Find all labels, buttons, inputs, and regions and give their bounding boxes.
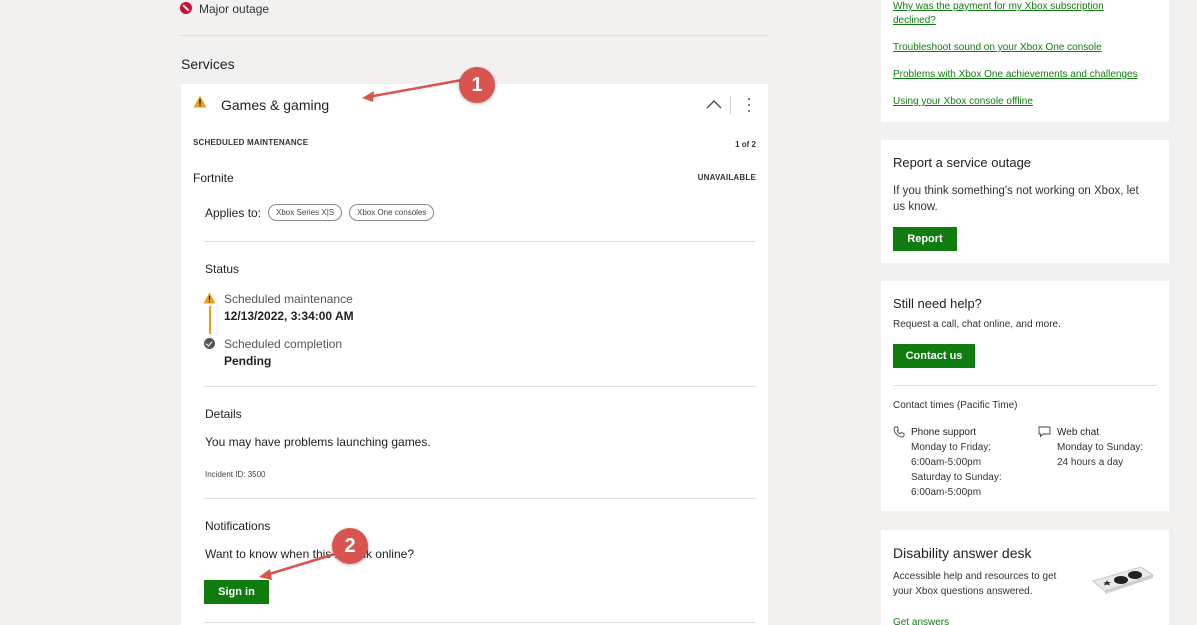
timeline-value: 12/13/2022, 3:34:00 AM <box>224 309 354 323</box>
help-link[interactable]: Troubleshoot sound on your Xbox One cons… <box>893 41 1102 55</box>
annotation-badge: 2 <box>332 528 368 564</box>
phone-support-label: Phone support <box>911 427 977 438</box>
help-link[interactable]: Why was the payment for my Xbox subscrip… <box>893 0 1104 14</box>
contact-times-label: Contact times (Pacific Time) <box>893 400 1018 411</box>
status-label: Status <box>205 262 240 276</box>
get-answers-link[interactable]: Get answers <box>893 616 949 625</box>
warning-icon <box>193 95 207 108</box>
phone-hours: Saturday to Sunday: <box>911 472 1002 483</box>
more-options-icon[interactable] <box>743 95 755 115</box>
services-heading: Services <box>181 56 235 72</box>
chat-hours: 24 hours a day <box>1057 457 1124 468</box>
details-text: You may have problems launching games. <box>205 435 431 449</box>
help-link[interactable]: Problems with Xbox One achievements and … <box>893 68 1138 82</box>
timeline-title: Scheduled completion <box>224 337 343 351</box>
disability-text: Accessible help and resources to get <box>893 571 1057 582</box>
disability-title: Disability answer desk <box>893 545 1032 561</box>
legend-label: Major outage <box>199 2 270 16</box>
timeline-value: Pending <box>224 354 272 368</box>
pager: 1 of 2 <box>735 140 756 149</box>
phone-icon <box>893 426 905 438</box>
report-outage-card: Report a service outage If you think som… <box>881 140 1169 263</box>
platform-chip-series[interactable]: Xbox Series X|S <box>268 204 343 221</box>
service-card-title: Games & gaming <box>221 97 330 113</box>
service-card: Games & gaming SCHEDULED MAINTENANCE 1 o… <box>181 84 768 625</box>
adaptive-controller-image <box>1092 566 1154 594</box>
disability-answer-desk-card: Disability answer desk Accessible help a… <box>881 530 1169 625</box>
chat-hours: Monday to Sunday: <box>1057 442 1144 453</box>
sign-in-button[interactable]: Sign in <box>204 580 269 604</box>
timeline-title: Scheduled maintenance <box>224 292 353 306</box>
notifications-question: Want to know when this is back online? <box>205 547 414 561</box>
contact-us-button[interactable]: Contact us <box>893 344 975 368</box>
check-circle-icon <box>204 338 215 349</box>
chat-icon <box>1038 426 1051 438</box>
chevron-up-icon[interactable] <box>705 96 723 112</box>
major-outage-icon <box>180 2 192 14</box>
timeline-connector <box>209 306 211 334</box>
help-text: Request a call, chat online, and more. <box>893 319 1061 330</box>
help-links-card: Why was the payment for my Xbox subscrip… <box>881 0 1169 122</box>
divider <box>204 498 756 499</box>
notifications-label: Notifications <box>205 519 271 533</box>
applies-to-label: Applies to: <box>205 206 262 220</box>
report-text: us know. <box>893 201 938 213</box>
header-divider <box>730 96 731 114</box>
help-link[interactable]: Using your Xbox console offline <box>893 95 1033 109</box>
phone-hours: 6:00am-5:00pm <box>911 487 982 498</box>
phone-hours: 6:00am-5:00pm <box>911 457 982 468</box>
annotation-badge: 1 <box>459 67 495 103</box>
help-link[interactable]: declined? <box>893 14 936 28</box>
web-chat-label: Web chat <box>1057 427 1100 438</box>
availability-status: UNAVAILABLE <box>697 173 756 182</box>
disability-text: your Xbox questions answered. <box>893 586 1033 597</box>
report-title: Report a service outage <box>893 155 1032 170</box>
scheduled-maintenance-label: SCHEDULED MAINTENANCE <box>193 138 309 147</box>
help-title: Still need help? <box>893 296 982 311</box>
report-button[interactable]: Report <box>893 227 957 251</box>
report-text: If you think something's not working on … <box>893 185 1139 197</box>
divider <box>204 622 756 623</box>
divider <box>893 385 1157 386</box>
details-label: Details <box>205 407 242 421</box>
divider <box>204 386 756 387</box>
status-legend: Major outage <box>180 0 768 36</box>
warning-icon <box>203 292 216 304</box>
incident-id: Incident ID: 3500 <box>205 470 266 479</box>
platform-chip-one[interactable]: Xbox One consoles <box>349 204 435 221</box>
phone-hours: Monday to Friday: <box>911 442 992 453</box>
still-need-help-card: Still need help? Request a call, chat on… <box>881 281 1169 511</box>
divider <box>204 241 756 242</box>
game-name: Fortnite <box>193 171 234 185</box>
